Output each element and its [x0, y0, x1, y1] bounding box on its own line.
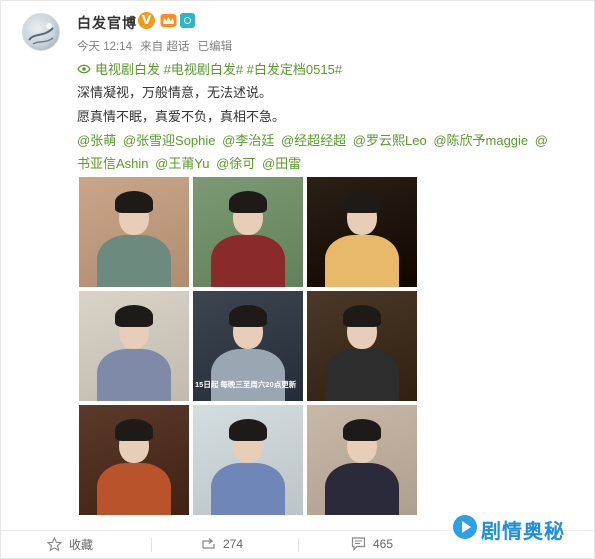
photo-4[interactable] — [79, 291, 189, 401]
avatar-art-icon — [28, 23, 54, 45]
fan-badge-icon[interactable] — [180, 13, 195, 28]
comment-icon — [351, 537, 366, 551]
photo-caption: 15日起 每晚三至周六20点更新 — [195, 380, 297, 389]
post-text-line-2: 愿真情不眠，真爱不负，真相不急。 — [77, 109, 286, 124]
photo-7[interactable] — [79, 405, 189, 515]
photo-3[interactable] — [307, 177, 417, 287]
topic-text[interactable]: 电视剧白发 #电视剧白发# #白发定档0515# — [95, 62, 342, 77]
edited-label: 已编辑 — [197, 41, 233, 53]
mention-link[interactable]: @徐可 — [216, 156, 255, 171]
photo-8[interactable] — [193, 405, 303, 515]
play-logo-icon — [453, 515, 477, 539]
figure-body — [325, 235, 399, 287]
repost-count: 274 — [223, 537, 244, 551]
photo-9[interactable] — [307, 405, 417, 515]
figure-body — [97, 349, 171, 401]
figure-body — [97, 463, 171, 515]
figure-hair — [343, 191, 381, 213]
mention-link[interactable]: @田雷 — [262, 156, 301, 171]
star-icon — [46, 536, 63, 552]
mention-link[interactable]: @罗云熙Leo — [353, 133, 427, 148]
supertopic-icon — [77, 64, 91, 74]
favorite-button[interactable]: 收藏 — [46, 536, 94, 554]
favorite-label: 收藏 — [69, 538, 94, 552]
topic-links[interactable]: 电视剧白发 #电视剧白发# #白发定档0515# — [77, 59, 342, 78]
figure-hair — [229, 191, 267, 213]
mention-link[interactable]: @张萌 — [77, 133, 116, 148]
footer-separator — [298, 538, 299, 552]
post-source[interactable]: 来自 超话 — [140, 41, 189, 53]
figure-body — [325, 349, 399, 401]
account-avatar[interactable] — [22, 13, 60, 51]
photo-2[interactable] — [193, 177, 303, 287]
photo-6[interactable] — [307, 291, 417, 401]
site-watermark: 剧情奥秘 — [453, 515, 593, 549]
mention-link[interactable]: @王莆Yu — [155, 156, 209, 171]
mention-link[interactable]: @张雪迎Sophie — [123, 133, 216, 148]
figure-body — [211, 349, 285, 401]
comment-button[interactable]: 465 — [351, 536, 393, 554]
mention-link[interactable]: @陈欣予maggie — [433, 133, 528, 148]
figure-hair — [115, 419, 153, 441]
repost-icon — [202, 538, 215, 549]
mentions-line-2: 书亚信Ashin @王莆Yu @徐可 @田雷 — [77, 153, 304, 172]
mention-link[interactable]: @李治廷 — [222, 133, 274, 148]
figure-hair — [343, 419, 381, 441]
weibo-post-card: 白发官博 V 今天 12:14 来自 超话 已编辑 电视剧白发 #电视剧白发# … — [0, 0, 595, 559]
mention-link[interactable]: 书亚信Ashin — [77, 156, 149, 171]
figure-hair — [229, 305, 267, 327]
figure-body — [97, 235, 171, 287]
mention-link[interactable]: @ — [535, 133, 548, 148]
watermark-text: 剧情奥秘 — [481, 521, 565, 543]
mentions-line-1: @张萌 @张雪迎Sophie @李治廷 @经超经超 @罗云熙Leo @陈欣予ma… — [77, 130, 551, 149]
figure-body — [325, 463, 399, 515]
verified-v-icon: V — [138, 12, 155, 29]
figure-hair — [115, 191, 153, 213]
figure-body — [211, 463, 285, 515]
post-text-line-1: 深情凝视，万般情意，无法述说。 — [77, 85, 273, 100]
figure-hair — [115, 305, 153, 327]
photo-1[interactable] — [79, 177, 189, 287]
mention-link[interactable]: @经超经超 — [281, 133, 346, 148]
member-crown-icon[interactable] — [160, 13, 177, 28]
post-meta: 今天 12:14 来自 超话 已编辑 — [77, 38, 237, 54]
figure-hair — [343, 305, 381, 327]
photo-5[interactable]: 15日起 每晚三至周六20点更新 — [193, 291, 303, 401]
footer-separator — [151, 538, 152, 552]
repost-button[interactable]: 274 — [201, 536, 243, 554]
figure-hair — [229, 419, 267, 441]
account-name[interactable]: 白发官博 — [77, 13, 137, 33]
figure-body — [211, 235, 285, 287]
comment-count: 465 — [373, 537, 394, 551]
post-time[interactable]: 今天 12:14 — [77, 41, 132, 53]
